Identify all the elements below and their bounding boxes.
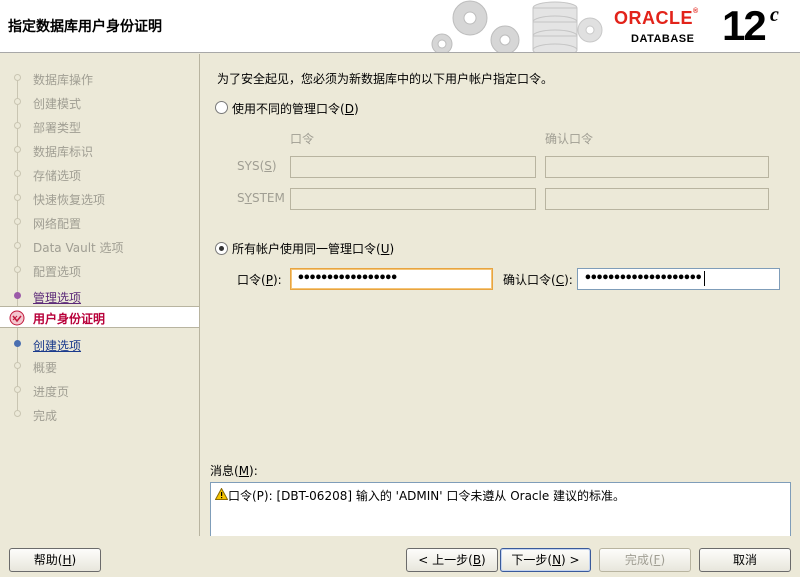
step-progress: 进度页 [0,379,199,401]
main-content: 为了安全起见，您必须为新数据库中的以下用户帐户指定口令。 使用不同的管理口令(D… [201,54,800,538]
step-database-operation: 数据库操作 [0,67,199,89]
password-input[interactable]: ••••••••••••••••• [290,268,493,290]
oracle-logo: ORACLE® [614,8,699,28]
back-button[interactable]: < 上一步(B) [406,548,498,572]
sys-confirm-input[interactable] [545,156,769,178]
finish-button[interactable]: 完成(F) [599,548,691,572]
step-dot-icon [14,386,21,393]
column-header-password: 口令 [290,132,315,146]
gears-graphic [431,0,603,52]
step-network-config: 网络配置 [0,211,199,233]
sys-label: SYS(S) [237,159,277,173]
header-banner: 指定数据库用户身份证明 ORACLE® DATABASE 12 c [0,0,800,53]
step-finish: 完成 [0,403,199,425]
step-configuration-options: 配置选项 [0,259,199,281]
database-label: DATABASE [631,33,695,45]
current-step-icon [9,310,25,326]
step-dot-icon [14,340,21,347]
intro-text: 为了安全起见，您必须为新数据库中的以下用户帐户指定口令。 [217,72,554,86]
step-dot-icon [14,98,21,105]
messages-box[interactable]: 口令(P): [DBT-06208] 输入的 'ADMIN' 口令未遵从 Ora… [210,482,791,538]
wizard-steps-sidebar: 数据库操作 创建模式 部署类型 数据库标识 存储选项 快速恢复选项 网络配置 D… [0,54,200,536]
radio-same-password[interactable] [215,242,228,255]
step-deployment-type: 部署类型 [0,115,199,137]
step-dot-icon [14,362,21,369]
confirm-password-input[interactable]: •••••••••••••••••••• [577,268,780,290]
system-password-input[interactable] [290,188,536,210]
sys-password-input[interactable] [290,156,536,178]
radio-same-password-label[interactable]: 所有帐户使用同一管理口令(U) [232,240,394,257]
step-dot-icon [14,218,21,225]
radio-different-passwords-label[interactable]: 使用不同的管理口令(D) [232,100,359,117]
step-dot-icon [14,242,21,249]
radio-different-passwords[interactable] [215,101,228,114]
step-dot-icon [14,410,21,417]
message-text[interactable]: 口令(P): [DBT-06208] 输入的 'ADMIN' 口令未遵从 Ora… [228,487,625,504]
page-title: 指定数据库用户身份证明 [8,19,162,35]
step-dot-icon [14,266,21,273]
step-fast-recovery: 快速恢复选项 [0,187,199,209]
step-user-credentials: 用户身份证明 [0,306,199,328]
step-management-options[interactable]: 管理选项 [0,285,199,307]
messages-label: 消息(M): [210,464,258,478]
step-creation-options[interactable]: 创建选项 [0,333,199,355]
step-dot-icon [14,122,21,129]
password-label: 口令(P): [237,273,282,287]
text-caret [703,271,705,286]
confirm-password-label: 确认口令(C): [503,273,573,287]
step-storage-option: 存储选项 [0,163,199,185]
version-suffix: c [770,4,779,26]
next-button[interactable]: 下一步(N) > [500,548,591,572]
step-data-vault: Data Vault 选项 [0,235,199,257]
step-summary: 概要 [0,355,199,377]
system-label: SYSTEM [237,191,285,205]
step-creation-mode: 创建模式 [0,91,199,113]
step-dot-icon [14,170,21,177]
step-dot-icon [14,146,21,153]
step-dot-icon [14,74,21,81]
version-number: 12 [722,2,767,49]
column-header-confirm: 确认口令 [545,132,594,146]
step-dot-icon [14,292,21,299]
footer-bar: 帮助(H) < 上一步(B) 下一步(N) > 完成(F) 取消 [0,536,800,577]
step-database-identification: 数据库标识 [0,139,199,161]
system-confirm-input[interactable] [545,188,769,210]
help-button[interactable]: 帮助(H) [9,548,101,572]
cancel-button[interactable]: 取消 [699,548,791,572]
step-dot-icon [14,194,21,201]
warning-icon [215,488,228,500]
